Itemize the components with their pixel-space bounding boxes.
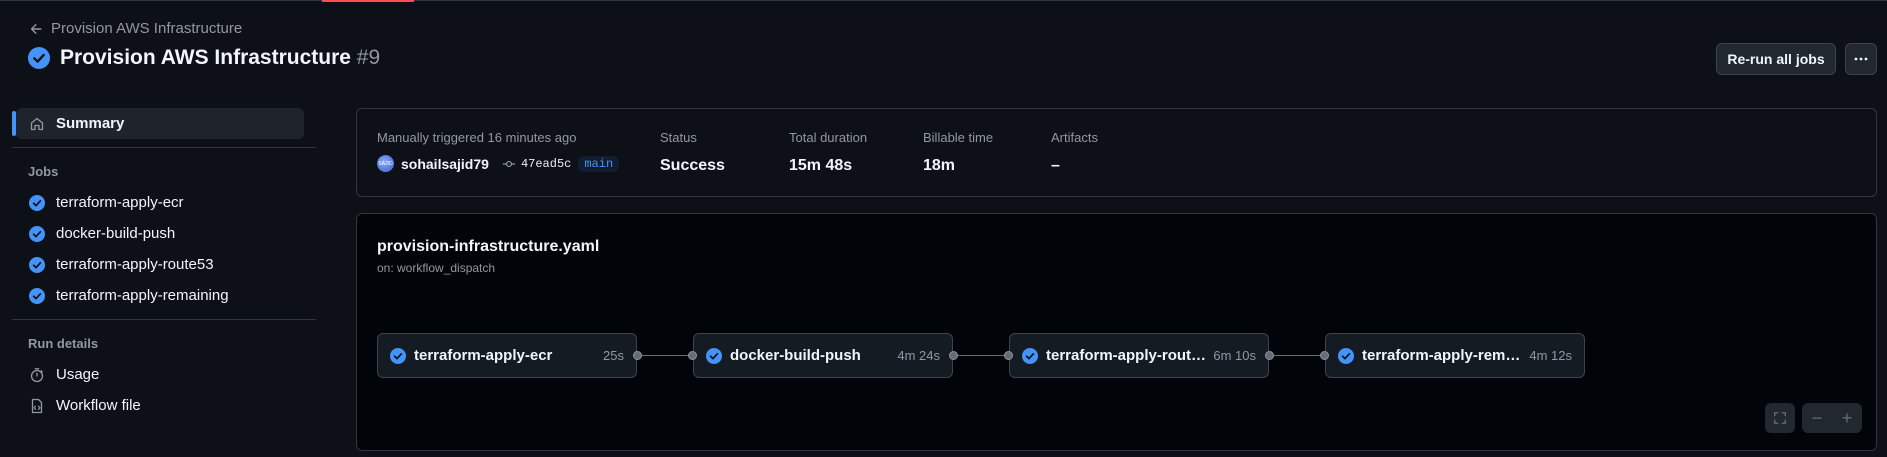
run-summary-card: Manually triggered 16 minutes ago SAJID … <box>356 108 1877 197</box>
job-node-duration: 6m 10s <box>1213 348 1256 363</box>
jobs-heading: Jobs <box>28 164 59 179</box>
job-output-handle <box>949 351 958 360</box>
run-details-heading: Run details <box>28 336 99 351</box>
check-circle-icon <box>706 347 722 364</box>
workflow-file-icon <box>31 398 43 413</box>
progress-accent <box>322 0 414 2</box>
trigger-column: Manually triggered 16 minutes ago SAJID … <box>377 130 620 172</box>
trigger-details: SAJID sohailsajid79 47ead5c main <box>377 155 620 172</box>
billable-column: Billable time 18m <box>923 130 993 175</box>
artifacts-value: – <box>1051 157 1060 174</box>
sidebar-item-job[interactable]: terraform-apply-remaining <box>12 280 316 311</box>
check-circle-icon <box>1338 347 1354 364</box>
check-circle-icon <box>1022 347 1038 364</box>
sidebar-item-label: Usage <box>56 366 100 383</box>
trigger-user-link[interactable]: sohailsajid79 <box>401 156 489 172</box>
back-link[interactable]: Provision AWS Infrastructure <box>29 20 242 37</box>
duration-column: Total duration 15m 48s <box>789 130 867 175</box>
kebab-icon <box>1854 57 1868 61</box>
home-icon <box>30 117 44 130</box>
sidebar-item-workflow-file[interactable]: Workflow file <box>12 390 316 421</box>
sidebar-item-summary[interactable]: Summary <box>12 108 304 139</box>
job-node-duration: 25s <box>603 348 624 363</box>
sidebar: Summary Jobs terraform-apply-ecr docker-… <box>12 108 316 421</box>
billable-label: Billable time <box>923 130 994 145</box>
job-node-name: terraform-apply-remaining <box>1362 347 1523 364</box>
back-link-label: Provision AWS Infrastructure <box>51 20 243 37</box>
sidebar-item-job[interactable]: terraform-apply-ecr <box>12 187 316 218</box>
sidebar-divider <box>12 319 316 320</box>
job-node-duration: 4m 24s <box>897 348 940 363</box>
more-options-button[interactable] <box>1845 43 1877 75</box>
job-node-name: terraform-apply-route53 <box>1046 347 1208 364</box>
check-circle-icon <box>29 225 45 242</box>
workflow-graph-card: provision-infrastructure.yaml on: workfl… <box>356 213 1877 451</box>
job-node[interactable]: docker-build-push 4m 24s <box>693 333 953 378</box>
avatar[interactable]: SAJID <box>377 155 394 172</box>
commit-link[interactable]: 47ead5c <box>502 157 571 171</box>
sidebar-item-job[interactable]: terraform-apply-route53 <box>12 249 316 280</box>
run-number: #9 <box>356 46 381 69</box>
duration-label: Total duration <box>789 130 868 145</box>
workflow-trigger: on: workflow_dispatch <box>377 261 496 275</box>
job-node[interactable]: terraform-apply-route53 6m 10s <box>1009 333 1269 378</box>
sidebar-item-usage[interactable]: Usage <box>12 359 316 390</box>
sidebar-item-label: terraform-apply-ecr <box>56 194 184 211</box>
commit-sha: 47ead5c <box>520 156 572 171</box>
zoom-out-button[interactable]: − <box>1802 403 1832 433</box>
stopwatch-icon <box>30 367 44 382</box>
check-circle-icon <box>390 347 406 364</box>
page-title-row: Provision AWS Infrastructure #9 <box>28 46 380 70</box>
status-value: Success <box>660 157 725 174</box>
commit-icon <box>502 160 516 167</box>
job-input-handle <box>1004 351 1013 360</box>
artifacts-label: Artifacts <box>1051 130 1098 145</box>
duration-value[interactable]: 15m 48s <box>789 157 867 175</box>
fullscreen-button[interactable] <box>1765 403 1795 433</box>
branch-badge[interactable]: main <box>578 155 620 172</box>
trigger-text: Manually triggered 16 minutes ago <box>377 130 577 145</box>
rerun-all-jobs-button[interactable]: Re-run all jobs <box>1716 43 1836 75</box>
job-input-handle <box>688 351 697 360</box>
top-border <box>0 0 1887 1</box>
fullscreen-icon <box>1774 412 1786 424</box>
status-column: Status Success <box>660 130 725 175</box>
check-circle-icon <box>28 47 50 69</box>
job-node-name: docker-build-push <box>730 347 861 364</box>
job-output-handle <box>633 351 642 360</box>
page-title-text: Provision AWS Infrastructure <box>60 46 351 69</box>
status-label: Status <box>660 130 697 145</box>
artifacts-column: Artifacts – <box>1051 130 1098 175</box>
zoom-in-button[interactable]: + <box>1832 403 1862 433</box>
sidebar-item-label: docker-build-push <box>56 225 176 242</box>
job-input-handle <box>1320 351 1329 360</box>
check-circle-icon <box>29 256 45 273</box>
job-output-handle <box>1265 351 1274 360</box>
sidebar-divider <box>12 147 316 148</box>
billable-value[interactable]: 18m <box>923 157 993 175</box>
sidebar-item-label: terraform-apply-remaining <box>56 287 229 304</box>
sidebar-item-label: Summary <box>56 115 125 132</box>
job-node-name: terraform-apply-ecr <box>414 347 553 364</box>
sidebar-item-label: terraform-apply-route53 <box>56 256 214 273</box>
job-node[interactable]: terraform-apply-ecr 25s <box>377 333 637 378</box>
workflow-filename[interactable]: provision-infrastructure.yaml <box>377 238 599 256</box>
check-circle-icon <box>29 287 45 304</box>
job-node[interactable]: terraform-apply-remaining 4m 12s <box>1325 333 1585 378</box>
sidebar-item-job[interactable]: docker-build-push <box>12 218 316 249</box>
check-circle-icon <box>29 194 45 211</box>
arrow-left-icon <box>30 23 42 34</box>
page-title: Provision AWS Infrastructure #9 <box>60 46 380 70</box>
job-node-duration: 4m 12s <box>1529 348 1572 363</box>
sidebar-item-label: Workflow file <box>56 397 141 414</box>
